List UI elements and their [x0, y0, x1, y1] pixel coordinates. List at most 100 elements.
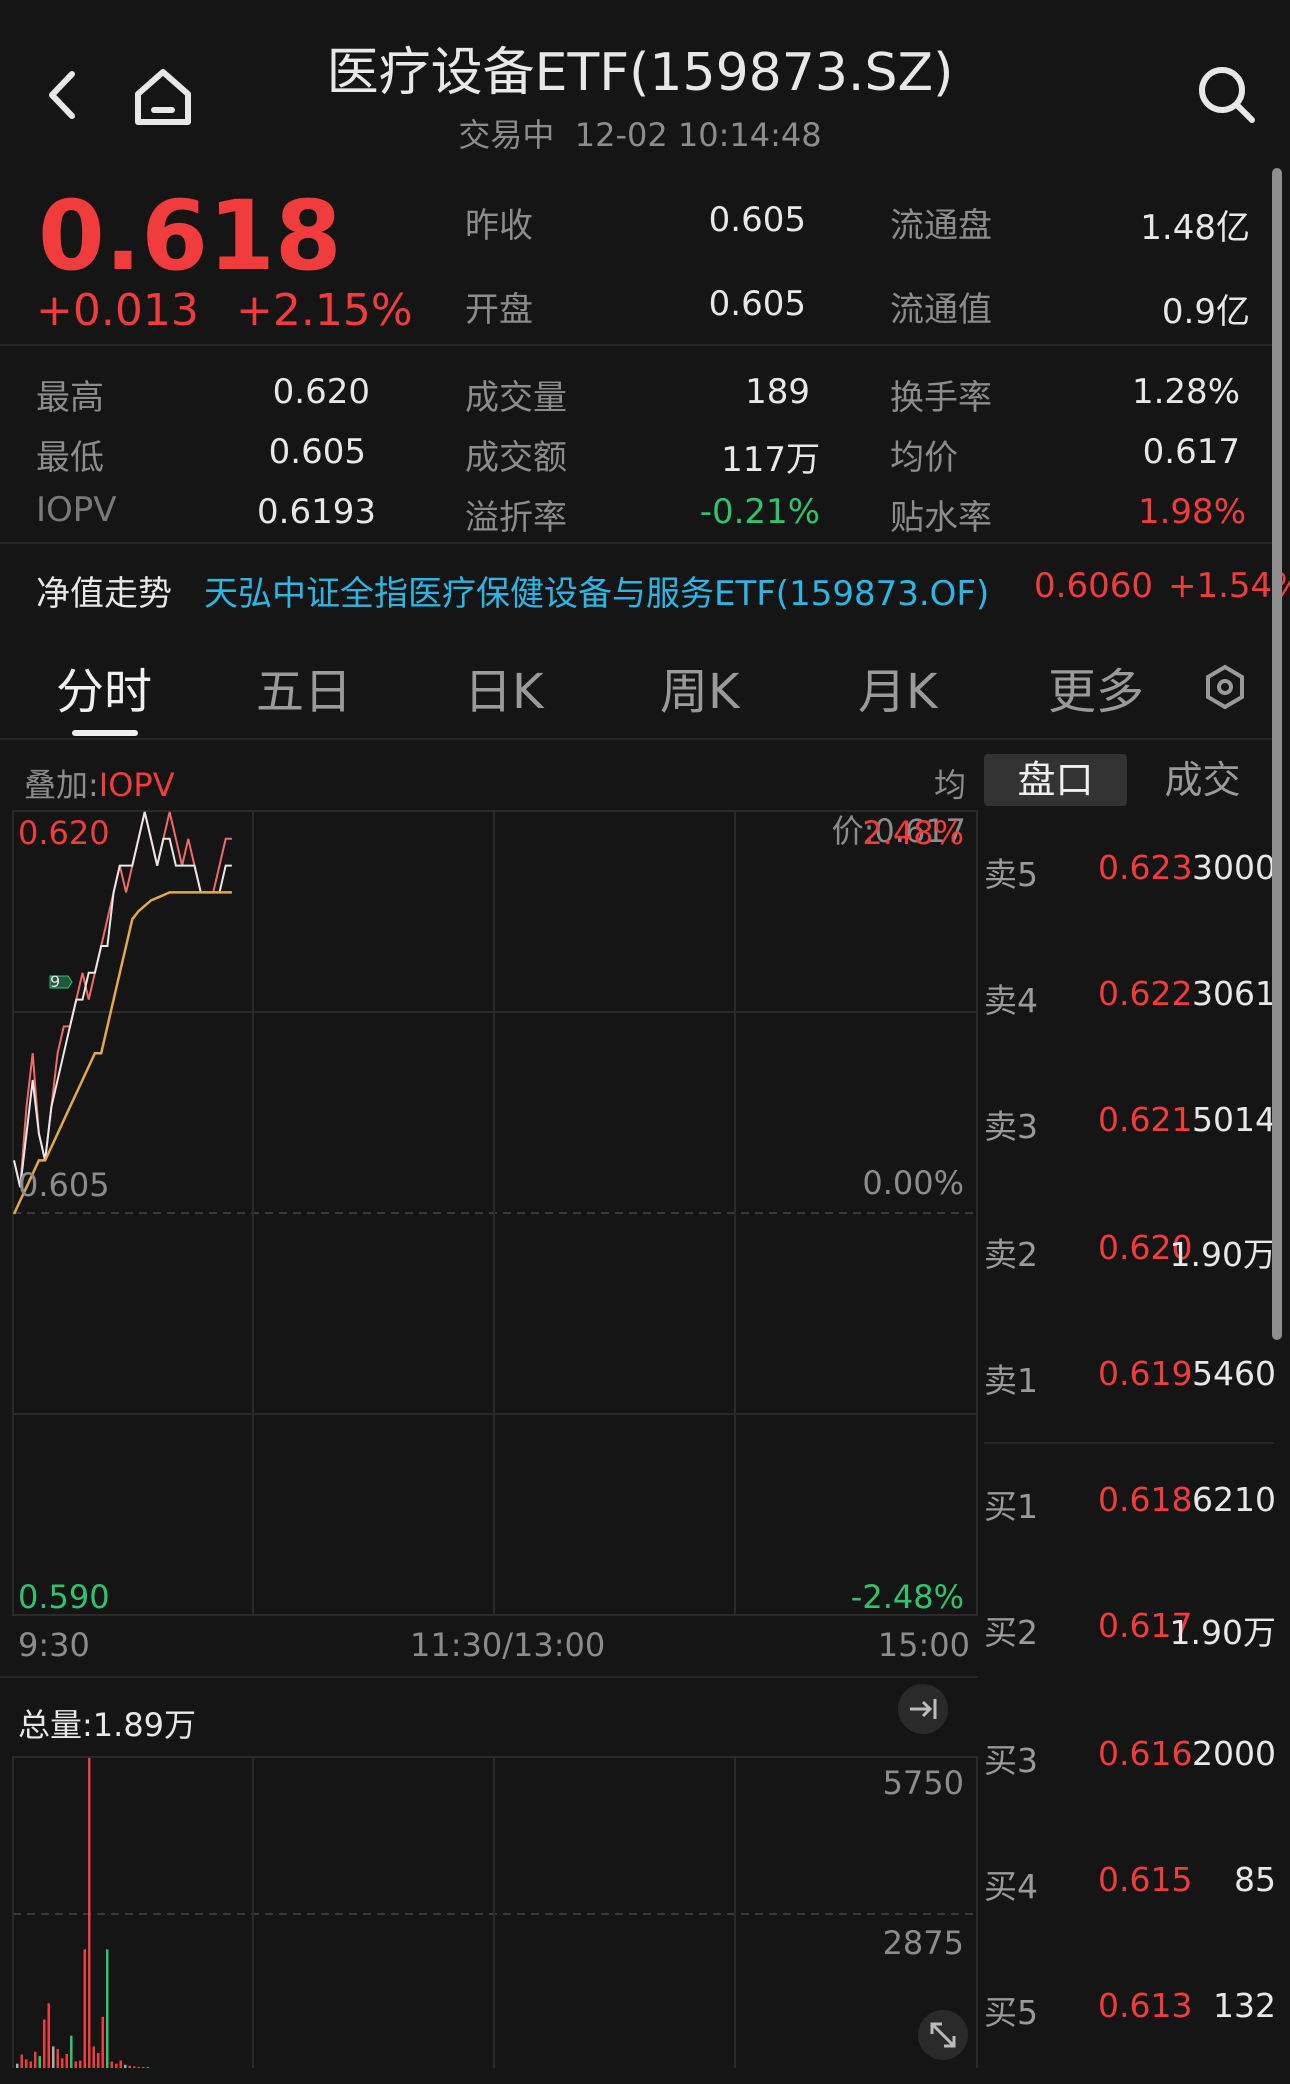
iopv-line: [13, 811, 232, 1188]
amount-label: 成交额: [465, 438, 567, 478]
home-icon[interactable]: [128, 60, 198, 130]
bid-price: 0.616: [1098, 1734, 1193, 1773]
bid-level: 买2: [984, 1613, 1038, 1652]
volume-axis-mid: 2875: [882, 1924, 964, 1962]
pct-axis-bottom: -2.48%: [850, 1578, 964, 1616]
bid-row[interactable]: 买3 0.616 2000: [984, 1734, 1276, 1782]
grid: [12, 810, 978, 1616]
volume-bar: [88, 1758, 91, 2068]
volume-axis-top: 5750: [882, 1764, 964, 1802]
ask-price: 0.623: [1098, 848, 1193, 887]
volume-bar: [137, 2066, 140, 2068]
x-axis-end: 15:00: [877, 1626, 970, 1664]
tab-orderbook[interactable]: 盘口: [984, 754, 1127, 806]
volume-bar: [106, 1949, 109, 2068]
volume-bar: [47, 2003, 50, 2068]
back-icon[interactable]: [28, 60, 98, 130]
bid-row[interactable]: 买5 0.613 132: [984, 1986, 1276, 2034]
scrollbar[interactable]: [1272, 168, 1282, 1340]
volume-bar: [56, 2049, 59, 2068]
volume-bar: [124, 2064, 127, 2068]
ask-qty: 1.90万: [1169, 1235, 1276, 1274]
bid-price: 0.615: [1098, 1860, 1193, 1899]
last-price: 0.618: [38, 180, 342, 292]
volume-bar: [146, 2066, 149, 2068]
turnover-label: 换手率: [890, 378, 992, 418]
volume-label: 成交量: [465, 378, 567, 418]
ask-qty: 3061: [1192, 974, 1276, 1013]
tab-more[interactable]: 更多: [1048, 652, 1144, 722]
avg-price-value: 0.617: [1142, 432, 1240, 472]
amount-value: 117万: [721, 440, 820, 480]
avg-price-label: 均价: [890, 438, 958, 478]
tab-monthly-k[interactable]: 月K: [858, 652, 937, 722]
bid-qty: 2000: [1192, 1734, 1276, 1773]
ask-row[interactable]: 卖4 0.622 3061: [984, 974, 1276, 1022]
volume-bar: [65, 2054, 68, 2068]
volume-bar: [101, 2016, 104, 2068]
bid-price: 0.613: [1098, 1986, 1193, 2025]
high-value: 0.620: [272, 372, 370, 412]
bid-row[interactable]: 买1 0.618 6210: [984, 1480, 1276, 1528]
price-change: +0.013: [36, 285, 199, 336]
volume-bar: [119, 2060, 122, 2068]
ask-qty: 3000: [1192, 848, 1276, 887]
tab-trades[interactable]: 成交: [1131, 754, 1274, 806]
volume-bar: [133, 2066, 136, 2068]
volume-bar: [70, 2035, 73, 2068]
trade-status: 交易中 12-02 10:14:48: [300, 110, 980, 156]
volume-bar: [92, 2046, 95, 2068]
volume-bar: [142, 2066, 145, 2068]
expand-chart-button[interactable]: [918, 2010, 968, 2060]
bid-qty: 85: [1234, 1860, 1276, 1899]
volume-bar: [52, 2046, 55, 2068]
price-chart-svg: [12, 810, 978, 1616]
ask-row[interactable]: 卖2 0.620 1.90万: [984, 1228, 1276, 1276]
tab-five-day[interactable]: 五日: [256, 652, 352, 722]
tab-weekly-k[interactable]: 周K: [660, 652, 739, 722]
float-shares-label: 流通盘: [890, 206, 992, 246]
collapse-volume-button[interactable]: [898, 1684, 948, 1734]
settings-icon[interactable]: [1200, 662, 1250, 712]
iopv-label: IOPV: [36, 490, 117, 530]
orderbook-divider: [984, 1442, 1274, 1444]
overlay-selector[interactable]: 叠加:IOPV: [24, 760, 175, 806]
open-value: 0.605: [708, 284, 806, 324]
x-axis-start: 9:30: [18, 1626, 90, 1664]
volume-bar: [16, 2063, 19, 2068]
ask-row[interactable]: 卖5 0.623 3000: [984, 848, 1276, 896]
expand-icon: [930, 2022, 956, 2048]
bid-row[interactable]: 买4 0.615 85: [984, 1860, 1276, 1908]
open-label: 开盘: [465, 290, 533, 330]
y-axis-bottom: 0.590: [18, 1578, 110, 1616]
float-shares-value: 1.48亿: [1140, 208, 1250, 248]
tab-daily-k[interactable]: 日K: [464, 652, 543, 722]
bid-row[interactable]: 买2 0.617 1.90万: [984, 1606, 1276, 1654]
ask-level: 卖2: [984, 1235, 1038, 1274]
ask-row[interactable]: 卖1 0.619 5460: [984, 1354, 1276, 1402]
bid-level: 买3: [984, 1741, 1038, 1780]
overlay-label: 叠加:: [24, 766, 99, 804]
low-value: 0.605: [268, 432, 366, 472]
bid-price: 0.618: [1098, 1480, 1193, 1519]
volume-bar: [74, 2061, 77, 2068]
volume-bar: [97, 2052, 100, 2068]
total-volume: 总量:1.89万: [18, 1706, 197, 1744]
intraday-chart[interactable]: [12, 810, 978, 1616]
tab-intraday[interactable]: 分时: [56, 652, 152, 722]
fund-name-link[interactable]: 天弘中证全指医疗保健设备与服务ETF(159873.OF): [204, 566, 989, 615]
bid-level: 买1: [984, 1487, 1038, 1526]
ask-row[interactable]: 卖3 0.621 5014: [984, 1100, 1276, 1148]
volume-chart[interactable]: [12, 1756, 978, 2068]
volume-value: 189: [745, 372, 810, 412]
volume-bar: [29, 2061, 32, 2068]
overlay-value: IOPV: [98, 766, 175, 804]
ask-price: 0.622: [1098, 974, 1193, 1013]
divider: [0, 738, 1276, 740]
pct-axis-mid: 0.00%: [862, 1164, 964, 1202]
premium-label: 溢折率: [465, 498, 567, 538]
search-icon[interactable]: [1192, 60, 1262, 130]
prev-close-label: 昨收: [465, 206, 533, 246]
volume-chart-svg: [12, 1756, 978, 2068]
ask-price: 0.619: [1098, 1354, 1193, 1393]
